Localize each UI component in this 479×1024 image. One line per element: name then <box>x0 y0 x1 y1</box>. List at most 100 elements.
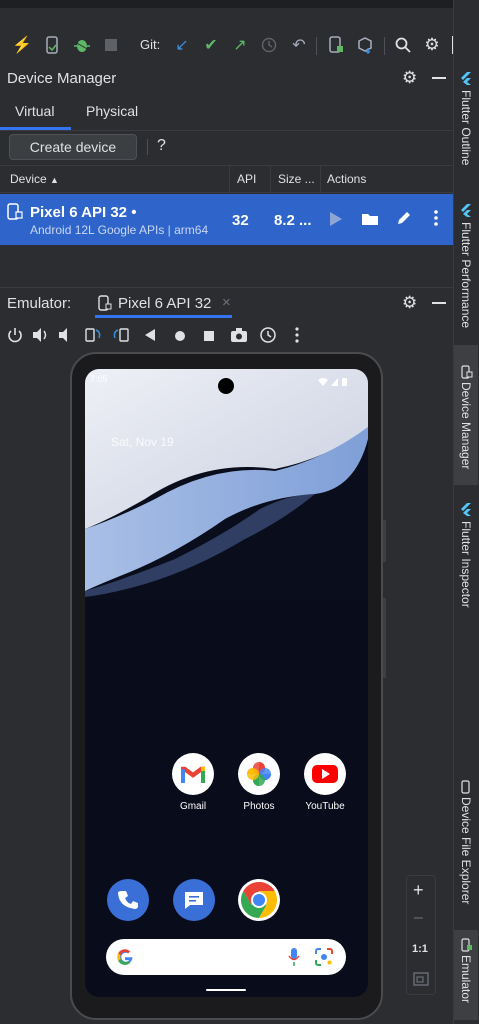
status-time: 7:05 <box>90 374 108 384</box>
photos-icon[interactable] <box>238 753 280 795</box>
device-phone-icon <box>7 203 23 226</box>
sidebar-item-device-manager[interactable]: Device Manager <box>459 382 473 469</box>
toolbar-separator <box>316 37 317 55</box>
device-size: 8.2 ... <box>274 212 312 229</box>
rotate-right-icon[interactable] <box>112 326 130 349</box>
edit-pencil-icon[interactable] <box>396 210 412 231</box>
stop-icon[interactable] <box>101 34 121 56</box>
sdk-icon[interactable] <box>355 34 375 56</box>
phone-side-button[interactable] <box>383 520 386 562</box>
sort-asc-icon: ▲ <box>50 175 59 185</box>
app-label-gmail: Gmail <box>179 801 207 812</box>
help-button[interactable]: ? <box>157 137 166 155</box>
google-lens-icon[interactable] <box>315 948 333 971</box>
gmail-icon[interactable] <box>172 753 214 795</box>
status-icons <box>317 374 351 392</box>
active-tab-indicator <box>95 315 232 318</box>
messages-icon[interactable] <box>173 879 215 921</box>
zoom-out-button[interactable]: – <box>414 909 423 927</box>
lockscreen-date: Sat, Nov 19 <box>111 435 174 449</box>
column-separator <box>229 166 230 192</box>
front-camera <box>218 378 234 394</box>
emulator-tab[interactable]: Pixel 6 API 32 <box>118 295 211 312</box>
back-icon[interactable] <box>144 328 156 347</box>
power-icon[interactable] <box>7 327 23 348</box>
git-label: Git: <box>140 37 161 52</box>
emulator-device-icon <box>98 295 112 317</box>
tab-virtual[interactable]: Virtual <box>15 103 54 119</box>
folder-icon[interactable] <box>361 211 379 232</box>
settings-icon[interactable]: ⚙ <box>422 34 442 56</box>
launch-play-icon[interactable] <box>329 211 343 232</box>
gesture-nav-bar[interactable] <box>206 989 246 991</box>
rotate-left-icon[interactable] <box>84 326 102 349</box>
zoom-fit-icon[interactable] <box>413 972 429 991</box>
phone-dialer-icon[interactable] <box>107 879 149 921</box>
history-icon[interactable] <box>259 34 279 56</box>
sidebar-item-flutter-performance[interactable]: Flutter Performance <box>459 222 473 328</box>
device-name: Pixel 6 API 32 • <box>30 204 137 221</box>
phone-screen[interactable]: 7:05 Sat, Nov 19 Gmail Photos YouTube <box>85 369 368 997</box>
device-subtitle: Android 12L Google APIs | arm64 <box>30 223 209 237</box>
rollback-icon[interactable]: ↶ <box>289 34 309 56</box>
search-icon[interactable] <box>393 34 413 56</box>
column-device[interactable]: Device ▲ <box>10 172 59 186</box>
more-options-icon[interactable] <box>295 327 299 348</box>
minimize-icon[interactable] <box>432 302 446 304</box>
volume-down-icon[interactable] <box>58 327 72 348</box>
column-separator <box>320 166 321 192</box>
phone-side-button[interactable] <box>383 598 386 678</box>
app-label-youtube: YouTube <box>305 801 345 812</box>
git-commit-icon[interactable]: ✔ <box>201 34 221 56</box>
window-top-strip <box>0 0 453 8</box>
youtube-icon[interactable] <box>304 753 346 795</box>
device-api: 32 <box>232 212 249 229</box>
tab-physical[interactable]: Physical <box>86 103 138 119</box>
column-separator <box>270 166 271 192</box>
tab-close-icon[interactable]: × <box>222 294 231 311</box>
more-options-icon[interactable] <box>434 209 438 232</box>
screenshot-camera-icon[interactable] <box>230 327 248 348</box>
overview-icon[interactable] <box>203 329 215 347</box>
google-logo-icon <box>116 948 134 971</box>
status-dot: • <box>131 204 137 221</box>
separator <box>147 139 148 155</box>
home-icon[interactable] <box>174 329 186 347</box>
create-device-button[interactable]: Create device <box>9 134 137 160</box>
sidebar-item-emulator[interactable]: Emulator <box>459 955 473 1003</box>
sidebar-item-flutter-inspector[interactable]: Flutter Inspector <box>459 521 473 608</box>
chrome-icon[interactable] <box>238 879 280 921</box>
sidebar-item-flutter-outline[interactable]: Flutter Outline <box>459 90 473 165</box>
apply-changes-icon[interactable] <box>42 34 62 56</box>
emulator-label: Emulator: <box>7 295 72 312</box>
flutter-icon <box>461 503 472 521</box>
table-header <box>0 165 453 193</box>
git-push-icon[interactable]: ↗ <box>230 34 250 56</box>
voice-search-mic-icon[interactable] <box>288 947 300 972</box>
minimize-icon[interactable] <box>432 77 446 79</box>
volume-up-icon[interactable] <box>32 327 50 348</box>
column-actions[interactable]: Actions <box>327 172 366 186</box>
git-update-icon[interactable]: ↙ <box>172 34 192 56</box>
column-api[interactable]: API <box>237 172 256 186</box>
zoom-in-button[interactable]: + <box>413 880 424 901</box>
debug-bug-icon[interactable] <box>72 34 92 56</box>
wallpaper <box>85 369 368 599</box>
zoom-actual-size-button[interactable]: 1:1 <box>412 943 428 955</box>
app-label-photos: Photos <box>243 801 275 812</box>
column-size[interactable]: Size ... <box>278 172 315 186</box>
snapshot-history-icon[interactable] <box>259 326 277 349</box>
main-toolbar <box>0 8 453 64</box>
flutter-icon <box>461 72 472 90</box>
divider <box>0 130 453 131</box>
device-list-empty-area <box>0 245 453 288</box>
panel-settings-icon[interactable]: ⚙ <box>402 68 417 88</box>
sidebar-item-device-file-explorer[interactable]: Device File Explorer <box>459 797 473 904</box>
toolbar-separator <box>384 37 385 55</box>
google-search-bar[interactable] <box>106 939 346 975</box>
flutter-icon <box>461 204 472 222</box>
panel-title: Device Manager <box>7 70 117 87</box>
lightning-icon[interactable]: ⚡ <box>12 34 32 56</box>
device-mirror-icon[interactable] <box>326 34 346 56</box>
emulator-settings-icon[interactable]: ⚙ <box>402 293 417 313</box>
